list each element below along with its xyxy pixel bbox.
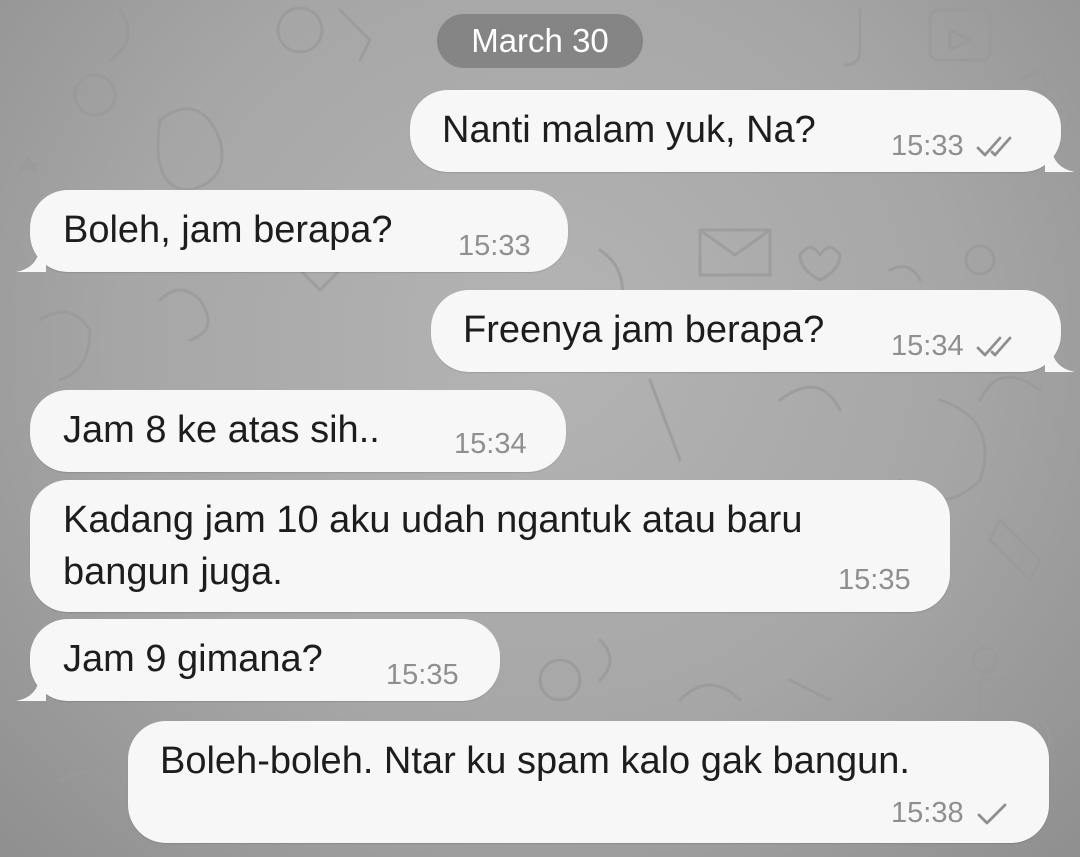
message-outgoing[interactable]: Nanti malam yuk, Na? 15:33 (410, 90, 1075, 172)
message-time: 15:34 (454, 428, 527, 460)
message-text: Boleh, jam berapa? (63, 209, 393, 251)
message-incoming[interactable]: Jam 9 gimana? 15:35 (16, 619, 500, 701)
message-text: Jam 8 ke atas sih.. (63, 409, 380, 451)
bubble-tail (16, 246, 46, 272)
bubble-tail (1045, 146, 1075, 172)
message-time: 15:35 (386, 659, 459, 691)
message-time: 15:33 (458, 230, 531, 262)
message-incoming[interactable]: Kadang jam 10 aku udah ngantuk atau baru… (30, 480, 950, 612)
message-meta: 15:34 (891, 330, 1020, 363)
message-time: 15:35 (838, 564, 911, 596)
message-outgoing[interactable]: Boleh-boleh. Ntar ku spam kalo gak bangu… (128, 721, 1049, 843)
single-check-icon (977, 803, 1006, 824)
message-time: 15:33 (891, 130, 964, 162)
message-incoming[interactable]: Boleh, jam berapa? 15:33 (16, 190, 568, 272)
message-text-line: bangun juga. (63, 551, 283, 593)
double-check-icon (976, 336, 1011, 356)
message-incoming[interactable]: Jam 8 ke atas sih.. 15:34 (30, 390, 566, 472)
message-time: 15:34 (891, 330, 964, 362)
message-text-line: Kadang jam 10 aku udah ngantuk atau baru (63, 499, 803, 541)
message-time: 15:38 (891, 797, 964, 829)
message-meta: 15:33 (891, 130, 1020, 163)
message-outgoing[interactable]: Freenya jam berapa? 15:34 (431, 290, 1075, 372)
double-check-icon (976, 136, 1011, 156)
message-text: Freenya jam berapa? (463, 309, 825, 351)
message-text: Nanti malam yuk, Na? (442, 109, 816, 151)
bubble-tail (1045, 346, 1075, 372)
message-text: Boleh-boleh. Ntar ku spam kalo gak bangu… (160, 740, 910, 782)
date-header: March 30 (437, 14, 643, 68)
message-meta: 15:38 (891, 797, 1008, 830)
bubble-tail (16, 675, 46, 701)
message-text: Jam 9 gimana? (63, 638, 323, 680)
